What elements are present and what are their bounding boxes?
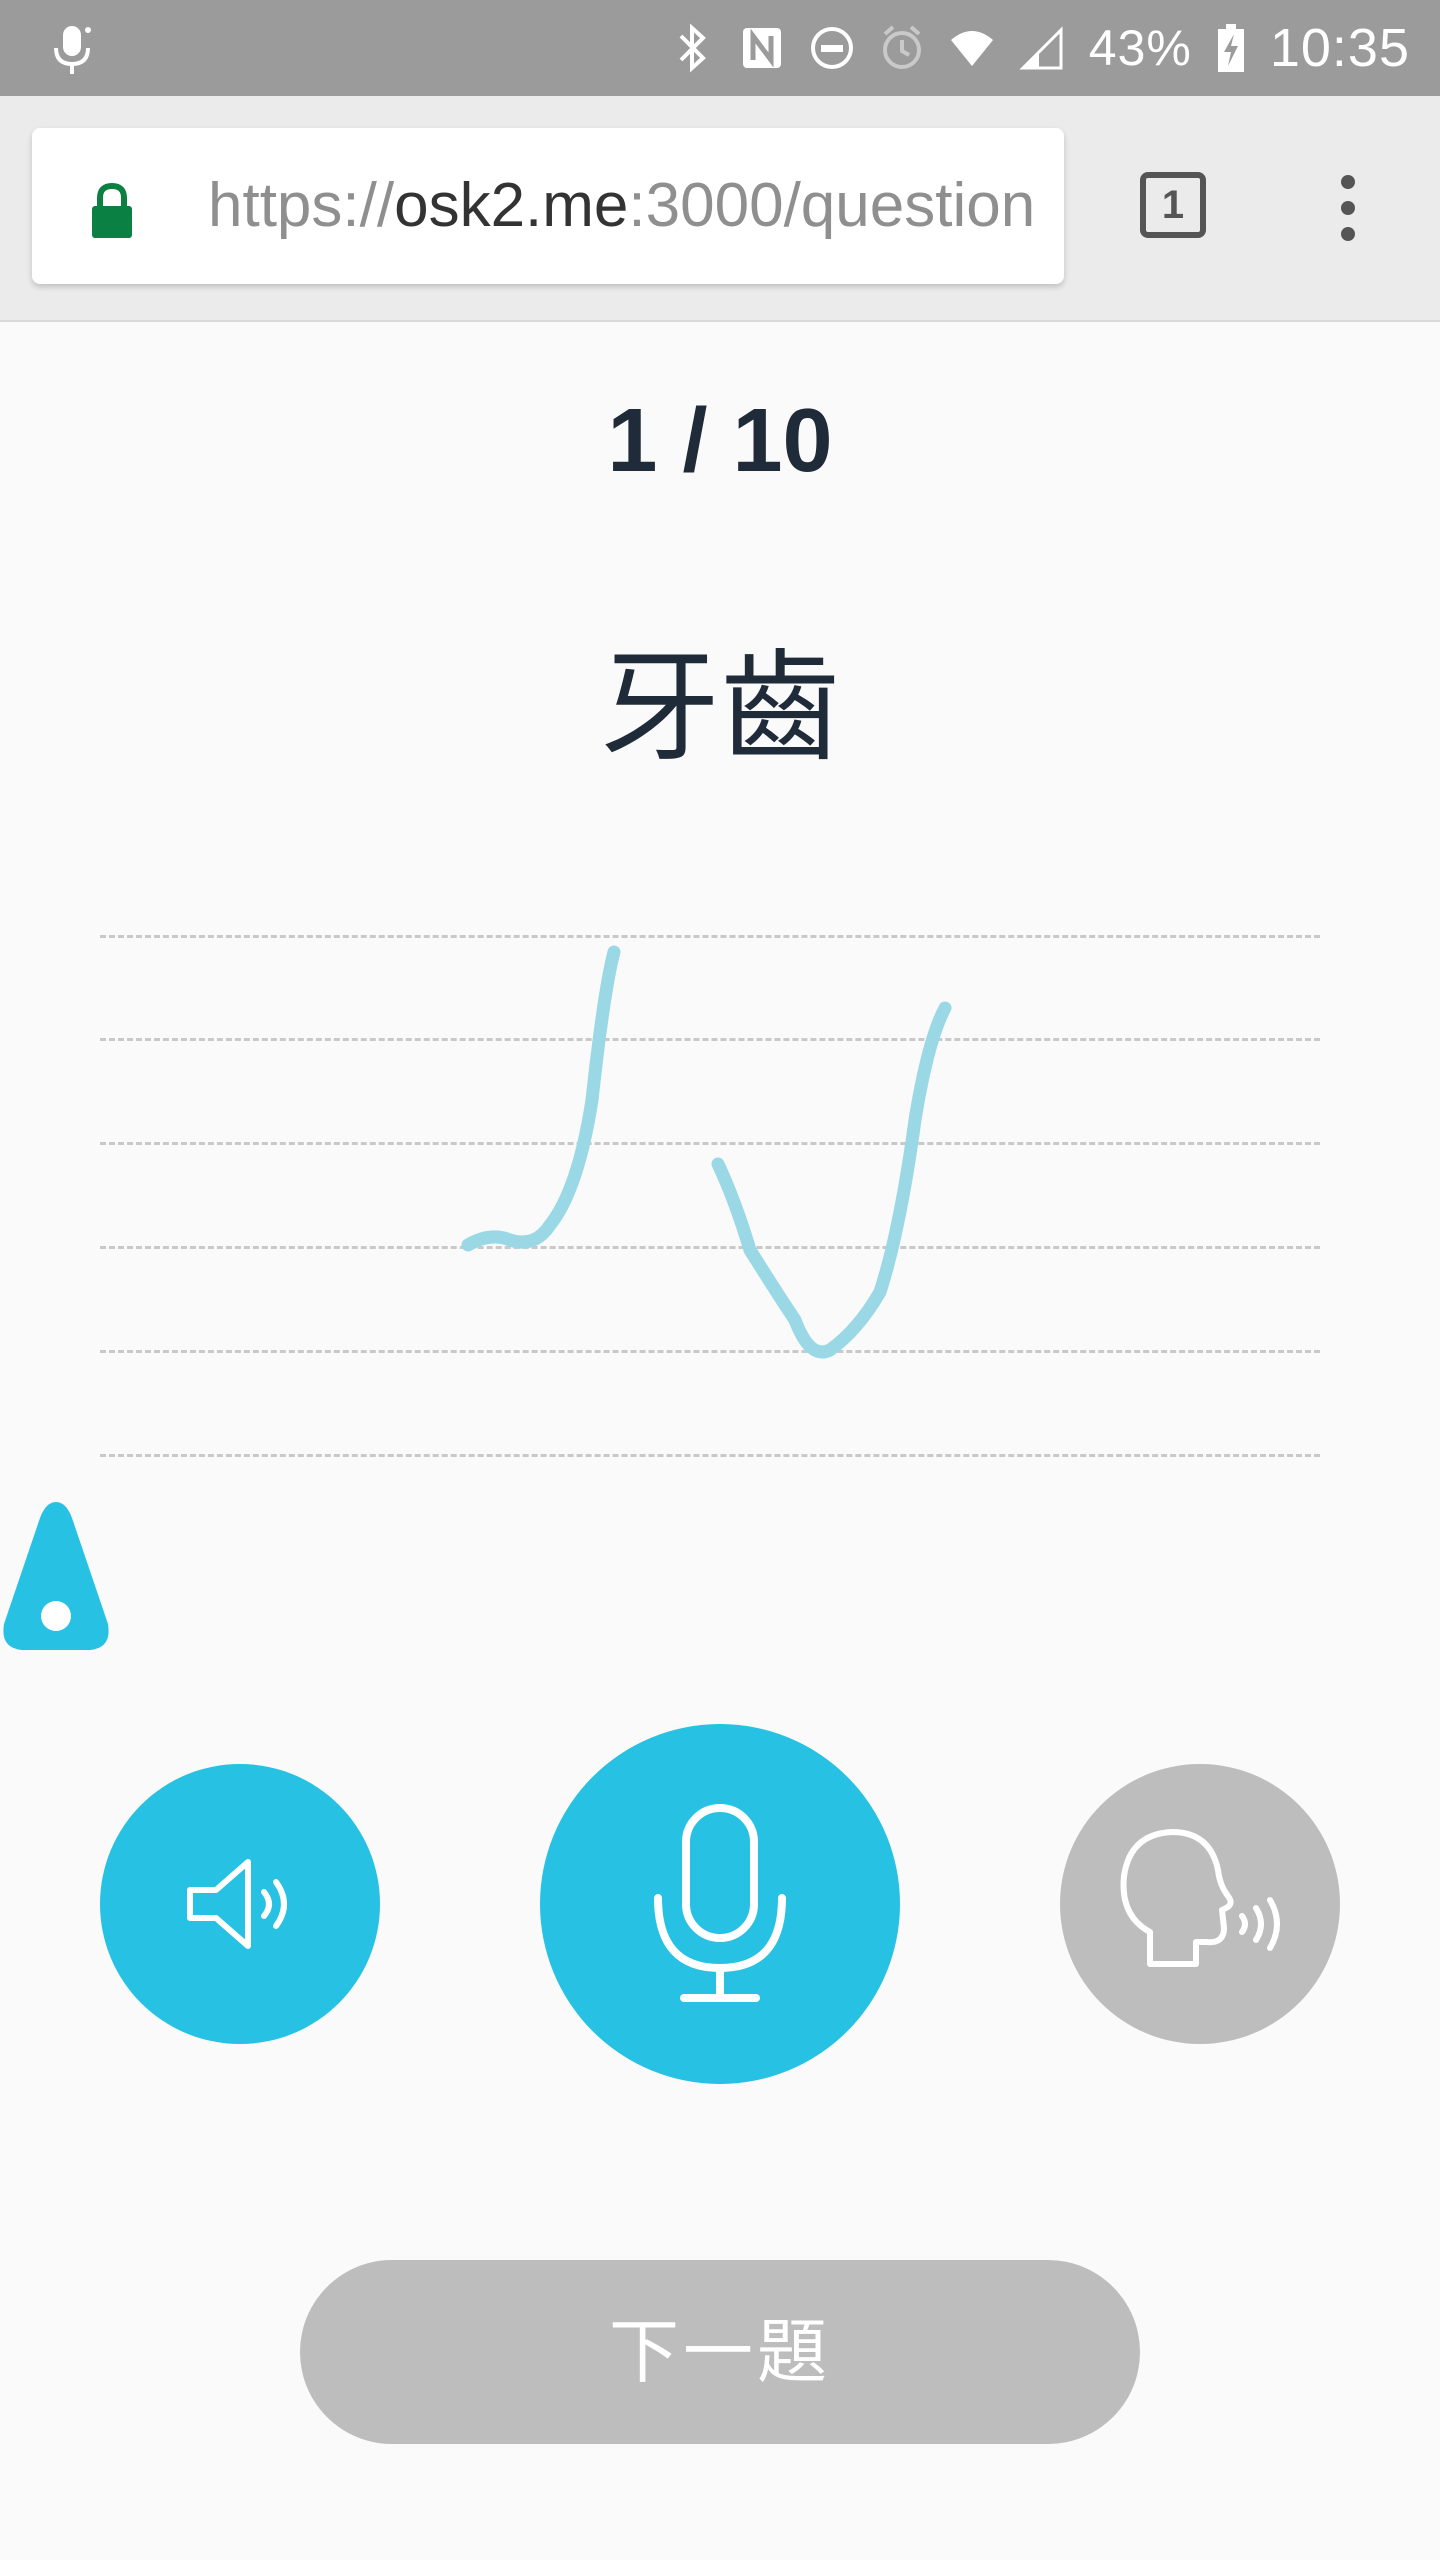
status-bar: 43% 10:35 [0, 0, 1440, 96]
guide-line [100, 1038, 1320, 1041]
battery-charging-icon [1217, 24, 1244, 72]
question-word: 牙齒 [600, 641, 840, 775]
speaker-icon [187, 1859, 287, 1949]
battery-percent: 43% [1088, 20, 1192, 76]
clock: 10:35 [1269, 18, 1410, 78]
bluetooth-icon [679, 23, 706, 73]
speaking-head-icon [1120, 1829, 1280, 1967]
signal-icon [1019, 26, 1063, 70]
mic-icon [54, 26, 91, 74]
question-progress: 1 / 10 [607, 391, 833, 491]
guide-line [100, 1454, 1320, 1457]
guide-line [100, 1142, 1320, 1145]
writing-area[interactable] [100, 930, 1320, 1460]
play-audio-button[interactable] [100, 1764, 380, 2044]
guide-line [100, 935, 1320, 938]
url-path: :3000/question [628, 171, 1036, 240]
overflow-menu-icon[interactable] [1330, 172, 1366, 244]
url-scheme: https:// [208, 171, 395, 240]
record-button[interactable] [540, 1724, 900, 2084]
address-bar[interactable]: https://osk2.me:3000/question [32, 128, 1064, 284]
lock-icon [92, 182, 132, 238]
speak-practice-button[interactable] [1060, 1764, 1340, 2044]
pen-marker-icon[interactable] [0, 1500, 112, 1652]
url-text[interactable]: https://osk2.me:3000/question [208, 170, 1048, 242]
guide-line [100, 1246, 1320, 1249]
do-not-disturb-icon [810, 27, 853, 69]
url-host: osk2.me [394, 171, 629, 240]
browser-toolbar: https://osk2.me:3000/question 1 [0, 96, 1440, 322]
guide-line [100, 1350, 1320, 1353]
microphone-icon [654, 1804, 786, 2002]
alarm-icon [882, 25, 921, 69]
next-question-button[interactable]: 下一題 [300, 2260, 1140, 2444]
tab-switcher-button[interactable]: 1 [1140, 172, 1206, 238]
nfc-icon [742, 28, 781, 68]
wifi-icon [950, 31, 993, 66]
